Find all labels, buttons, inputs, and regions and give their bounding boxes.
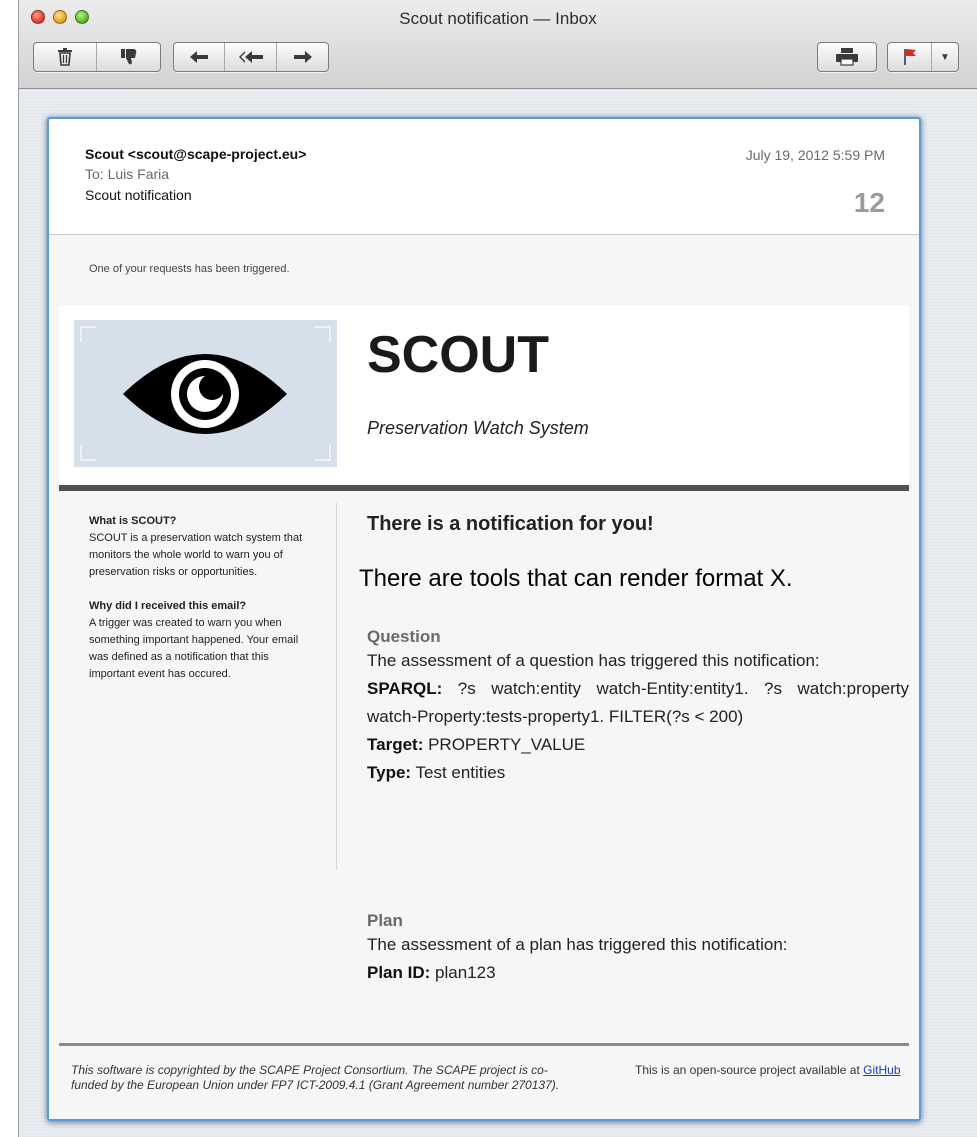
github-link[interactable]: GitHub xyxy=(863,1063,900,1077)
target-label: Target: xyxy=(367,735,424,754)
message-size: 12 xyxy=(853,187,885,218)
type-label: Type: xyxy=(367,763,412,782)
plan-id-value: plan123 xyxy=(435,963,496,982)
notification-title: There is a notification for you! xyxy=(367,513,654,535)
what-text: SCOUT is a preservation watch system tha… xyxy=(89,532,303,578)
copyright-notice: This software is copyrighted by the SCAP… xyxy=(71,1063,560,1092)
reply-all-button[interactable] xyxy=(225,43,277,71)
trigger-notice: One of your requests has been triggered. xyxy=(89,263,290,275)
print-group xyxy=(817,42,877,72)
question-text: The assessment of a question has trigger… xyxy=(367,651,820,670)
plan-section: Plan The assessment of a plan has trigge… xyxy=(367,911,909,987)
printer-icon xyxy=(836,48,858,66)
target-value: PROPERTY_VALUE xyxy=(428,735,586,754)
banner-divider xyxy=(59,485,909,491)
forward-button[interactable] xyxy=(277,43,328,71)
what-heading: What is SCOUT? xyxy=(89,515,177,527)
flag-button[interactable] xyxy=(888,43,932,71)
brand-tagline: Preservation Watch System xyxy=(367,418,589,438)
message-header: Scout <scout@scape-project.eu> To: Luis … xyxy=(49,119,919,235)
sidebar-info: What is SCOUT? SCOUT is a preservation w… xyxy=(89,513,309,700)
flag-menu-button[interactable]: ▼ xyxy=(932,43,958,71)
message-body: One of your requests has been triggered. xyxy=(49,235,919,1119)
overlay-caption: There are tools that can render format X… xyxy=(359,565,793,592)
plan-text: The assessment of a plan has triggered t… xyxy=(367,935,788,954)
forward-arrow xyxy=(293,51,312,63)
brand-name: SCOUT xyxy=(367,326,549,384)
open-source-text: This is an open-source project available… xyxy=(635,1063,860,1077)
target-line: Target: PROPERTY_VALUE xyxy=(367,731,909,759)
sparql-label: SPARQL: xyxy=(367,679,443,698)
plan-heading: Plan xyxy=(367,911,403,930)
toolbar: ▼ xyxy=(33,42,963,72)
reply-all-arrow xyxy=(238,51,263,63)
open-source-notice: This is an open-source project available… xyxy=(635,1063,905,1078)
reply-button[interactable] xyxy=(174,43,225,71)
reply-group xyxy=(173,42,329,72)
recipient[interactable]: To: Luis Faria xyxy=(85,166,169,182)
message-view: Scout <scout@scape-project.eu> To: Luis … xyxy=(47,117,921,1121)
question-section: Question The assessment of a question ha… xyxy=(367,627,909,787)
sender[interactable]: Scout <scout@scape-project.eu> xyxy=(85,146,306,162)
flag-group: ▼ xyxy=(887,42,959,72)
flag-icon xyxy=(903,49,916,65)
footer-divider xyxy=(59,1043,909,1046)
why-text: A trigger was created to warn you when s… xyxy=(89,617,299,680)
delete-button[interactable] xyxy=(34,43,97,71)
window-title: Scout notification — Inbox xyxy=(399,9,597,28)
reply-arrow xyxy=(190,51,208,63)
why-heading: Why did I received this email? xyxy=(89,600,247,612)
mail-window: Scout notification — Inbox ▼ Scout <scou… xyxy=(18,0,977,1137)
print-button[interactable] xyxy=(818,43,876,71)
type-value: Test entities xyxy=(415,763,506,782)
thumbs-down-icon xyxy=(120,49,136,65)
delete-junk-group xyxy=(33,42,161,72)
chevron-down-icon: ▼ xyxy=(940,51,950,63)
trash-icon xyxy=(58,48,72,66)
scout-banner: SCOUT Preservation Watch System xyxy=(59,305,909,485)
question-heading: Question xyxy=(367,627,441,646)
sparql-line: SPARQL: ?s watch:entity watch-Entity:ent… xyxy=(367,675,909,731)
junk-button[interactable] xyxy=(97,43,160,71)
eye-icon xyxy=(123,354,287,434)
date: July 19, 2012 5:59 PM xyxy=(745,147,885,163)
type-line: Type: Test entities xyxy=(367,759,909,787)
plan-id-line: Plan ID: plan123 xyxy=(367,959,909,987)
subject: Scout notification xyxy=(85,187,192,203)
column-divider xyxy=(336,503,337,870)
plan-id-label: Plan ID: xyxy=(367,963,431,982)
sparql-value: ?s watch:entity watch-Entity:entity1. ?s… xyxy=(367,679,909,726)
scout-logo xyxy=(74,320,337,467)
title-bar: Scout notification — Inbox ▼ xyxy=(19,0,977,89)
